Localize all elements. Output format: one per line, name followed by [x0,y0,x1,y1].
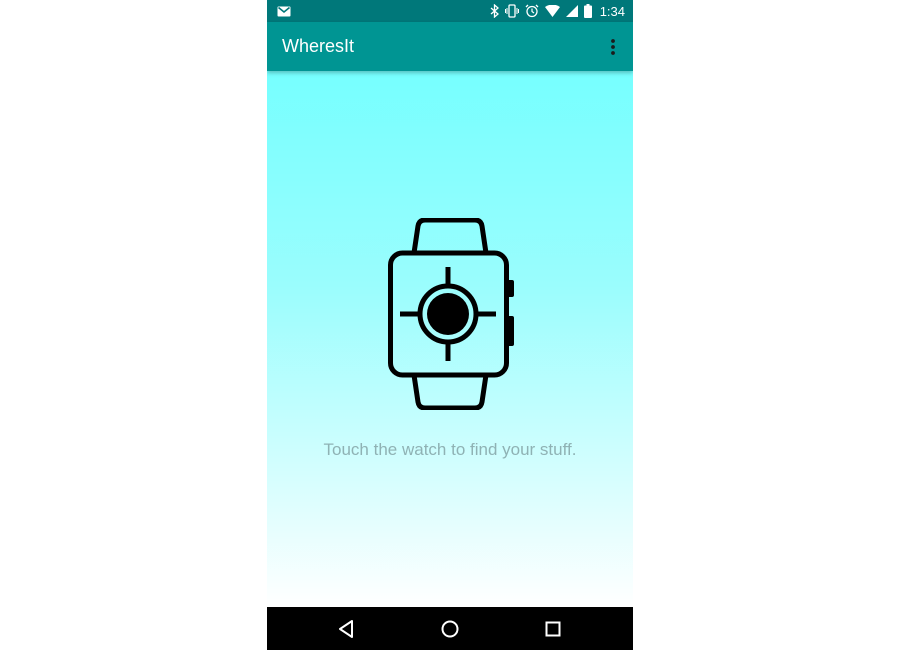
vibrate-icon [504,4,519,18]
home-icon[interactable] [439,618,461,640]
signal-icon [565,5,578,17]
smartwatch-locate-icon[interactable] [387,217,517,411]
bluetooth-icon [490,4,499,18]
phone-screen: 1:34 WheresIt Touch the watch to find yo… [267,0,633,650]
clock: 1:34 [599,3,625,19]
hint-text: Touch the watch to find your stuff. [323,440,577,459]
battery-icon [583,4,592,18]
app-bar: WheresIt [267,22,633,71]
navigation-bar [267,607,633,650]
more-vert-icon[interactable] [605,38,621,56]
back-icon[interactable] [336,618,358,640]
main-content: Touch the watch to find your stuff. [267,71,633,607]
wifi-icon [544,5,560,17]
status-bar: 1:34 [267,0,633,22]
gmail-icon [277,6,291,17]
app-title: WheresIt [282,36,355,56]
alarm-icon [525,4,539,18]
recents-icon[interactable] [542,618,564,640]
